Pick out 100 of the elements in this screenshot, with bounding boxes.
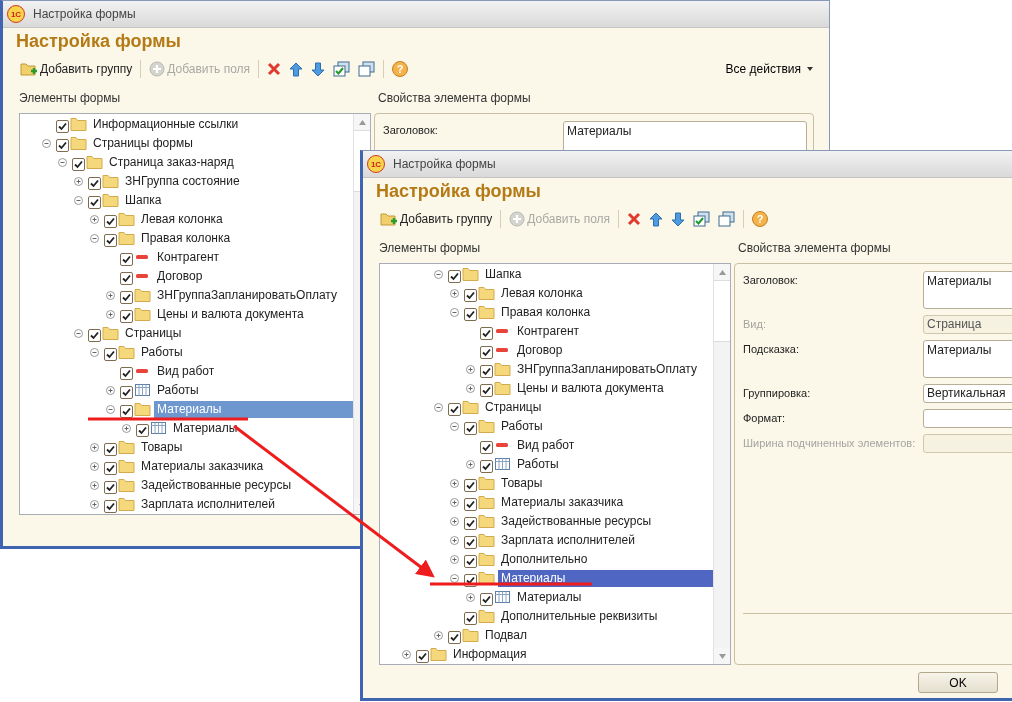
- checkbox[interactable]: [464, 497, 477, 511]
- checkbox[interactable]: [56, 119, 69, 133]
- expand-toggle[interactable]: [58, 158, 67, 167]
- checkbox[interactable]: [480, 440, 493, 454]
- checkbox[interactable]: [72, 157, 85, 171]
- tree-item[interactable]: Работы: [514, 456, 562, 473]
- expand-toggle[interactable]: [450, 422, 459, 431]
- tree-item[interactable]: Дополнительные реквизиты: [498, 608, 661, 625]
- tree-item[interactable]: Шапка: [122, 192, 165, 209]
- tree-item[interactable]: Дополнительно: [498, 551, 591, 568]
- tree-item[interactable]: Левая колонка: [498, 285, 586, 302]
- expand-toggle[interactable]: [434, 631, 443, 640]
- tree-item[interactable]: ЗНГруппаЗапланироватьОплату: [514, 361, 700, 378]
- expand-toggle[interactable]: [106, 405, 115, 414]
- checkbox[interactable]: [416, 649, 429, 663]
- checkbox[interactable]: [448, 269, 461, 283]
- tree-item[interactable]: Зарплата исполнителей: [138, 496, 278, 513]
- all-actions-menu[interactable]: Все действия: [725, 60, 813, 78]
- expand-toggle[interactable]: [434, 403, 443, 412]
- checkbox[interactable]: [120, 404, 133, 418]
- checkbox[interactable]: [120, 271, 133, 285]
- tree-item[interactable]: Правая колонка: [498, 304, 594, 321]
- tree-item[interactable]: Материалы: [170, 420, 241, 437]
- checkbox[interactable]: [120, 290, 133, 304]
- checkbox[interactable]: [104, 480, 117, 494]
- tree-item[interactable]: Договор: [514, 342, 566, 359]
- expand-toggle[interactable]: [90, 234, 99, 243]
- expand-toggle[interactable]: [450, 498, 459, 507]
- tree-item[interactable]: Работы: [154, 382, 202, 399]
- expand-toggle[interactable]: [74, 329, 83, 338]
- expand-toggle[interactable]: [450, 555, 459, 564]
- tree-item[interactable]: Контрагент: [154, 249, 223, 266]
- expand-toggle[interactable]: [466, 460, 475, 469]
- checkbox[interactable]: [104, 233, 117, 247]
- tree-item[interactable]: Подвал: [482, 627, 530, 644]
- expand-toggle[interactable]: [90, 215, 99, 224]
- checkbox[interactable]: [136, 423, 149, 437]
- tree-item[interactable]: Шапка: [482, 266, 525, 283]
- checkbox[interactable]: [88, 195, 101, 209]
- tree-item[interactable]: Товары: [498, 475, 546, 492]
- checkbox[interactable]: [480, 592, 493, 606]
- tree-item[interactable]: Материалы: [498, 570, 713, 587]
- tree-item[interactable]: Задействованные ресурсы: [138, 477, 295, 494]
- checkbox[interactable]: [448, 402, 461, 416]
- tree-item[interactable]: Материалы: [514, 589, 585, 606]
- tree-item[interactable]: Контрагент: [514, 323, 583, 340]
- checkbox[interactable]: [120, 252, 133, 266]
- checkbox[interactable]: [104, 347, 117, 361]
- input-field[interactable]: Материалы: [923, 271, 1012, 309]
- expand-toggle[interactable]: [450, 536, 459, 545]
- expand-toggle[interactable]: [74, 196, 83, 205]
- scrollbar[interactable]: [713, 264, 730, 664]
- expand-toggle[interactable]: [106, 386, 115, 395]
- checkbox[interactable]: [448, 630, 461, 644]
- checkbox[interactable]: [464, 516, 477, 530]
- expand-toggle[interactable]: [450, 517, 459, 526]
- checkbox[interactable]: [464, 478, 477, 492]
- checkbox[interactable]: [104, 442, 117, 456]
- checkbox[interactable]: [464, 611, 477, 625]
- tree-item[interactable]: Цены и валюта документа: [154, 306, 307, 323]
- expand-toggle[interactable]: [466, 365, 475, 374]
- input-field[interactable]: Материалы: [923, 340, 1012, 378]
- checkbox[interactable]: [464, 288, 477, 302]
- checkbox[interactable]: [464, 535, 477, 549]
- tree-item[interactable]: Работы: [498, 418, 546, 435]
- tree-item[interactable]: Левая колонка: [138, 211, 226, 228]
- expand-toggle[interactable]: [450, 308, 459, 317]
- tree-item[interactable]: Товары: [138, 439, 186, 456]
- tree-item[interactable]: ЗНГруппаЗапланироватьОплату: [154, 287, 340, 304]
- tree-item[interactable]: Материалы заказчика: [498, 494, 627, 511]
- expand-toggle[interactable]: [90, 481, 99, 490]
- checkbox[interactable]: [480, 459, 493, 473]
- checkbox[interactable]: [120, 366, 133, 380]
- checkbox[interactable]: [56, 138, 69, 152]
- checkbox[interactable]: [104, 214, 117, 228]
- checkbox[interactable]: [120, 309, 133, 323]
- expand-toggle[interactable]: [402, 650, 411, 659]
- input-field[interactable]: [923, 434, 1012, 453]
- tree-item[interactable]: ЗНГруппа состояние: [122, 173, 243, 190]
- expand-toggle[interactable]: [42, 139, 51, 148]
- tree-item[interactable]: Правая колонка: [138, 230, 234, 247]
- checkbox[interactable]: [104, 461, 117, 475]
- expand-toggle[interactable]: [122, 424, 131, 433]
- tree-item[interactable]: Цены и валюта документа: [514, 380, 667, 397]
- checkbox[interactable]: [480, 364, 493, 378]
- tree-item[interactable]: Страницы: [122, 325, 185, 342]
- expand-toggle[interactable]: [90, 348, 99, 357]
- tree-item[interactable]: Вид работ: [514, 437, 578, 454]
- expand-toggle[interactable]: [466, 593, 475, 602]
- ok-button[interactable]: OK: [918, 672, 998, 693]
- tree-item[interactable]: Работы: [138, 344, 186, 361]
- input-field[interactable]: Вертикальная: [923, 384, 1012, 403]
- checkbox[interactable]: [464, 307, 477, 321]
- checkbox[interactable]: [120, 385, 133, 399]
- expand-toggle[interactable]: [90, 462, 99, 471]
- input-field[interactable]: [923, 409, 1012, 428]
- tree-item[interactable]: Договор: [154, 268, 206, 285]
- tree-item[interactable]: Материалы заказчика: [138, 458, 267, 475]
- checkbox[interactable]: [480, 345, 493, 359]
- checkbox[interactable]: [464, 554, 477, 568]
